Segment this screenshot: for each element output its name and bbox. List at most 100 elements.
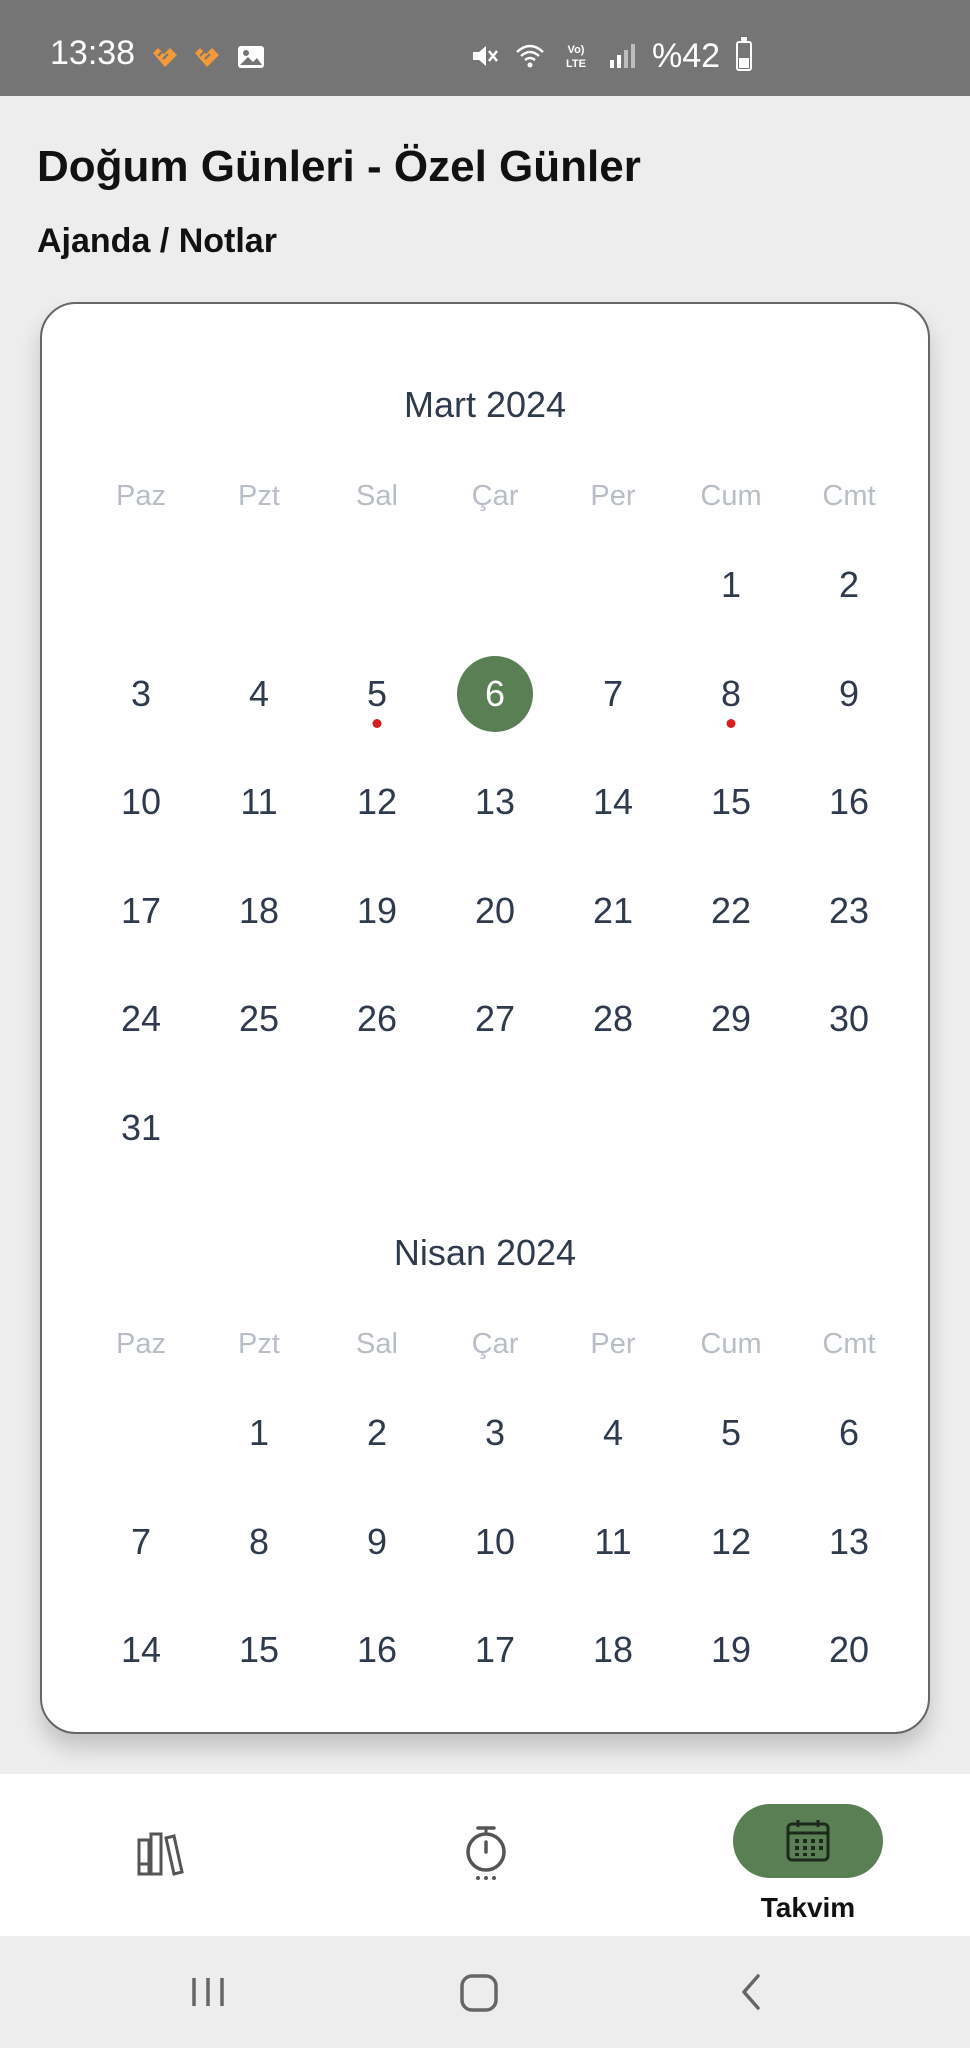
day-cell[interactable]: 4 bbox=[200, 640, 318, 749]
day-number: 18 bbox=[592, 1629, 634, 1671]
day-cell[interactable]: 1 bbox=[672, 531, 790, 640]
day-cell[interactable]: 7 bbox=[554, 640, 672, 749]
day-cell[interactable]: 11 bbox=[554, 1488, 672, 1597]
empty-day-cell bbox=[436, 531, 554, 640]
weekday-label: Pzt bbox=[238, 1328, 280, 1360]
day-cell[interactable]: 1 bbox=[200, 1379, 318, 1488]
day-cell[interactable]: 26 bbox=[318, 965, 436, 1074]
day-cell[interactable]: 9 bbox=[790, 640, 908, 749]
day-cell[interactable]: 25 bbox=[200, 965, 318, 1074]
day-cell[interactable]: 9 bbox=[318, 1488, 436, 1597]
day-cell[interactable]: 16 bbox=[318, 1596, 436, 1705]
day-cell[interactable]: 27 bbox=[436, 965, 554, 1074]
day-cell[interactable]: 8 bbox=[200, 1488, 318, 1597]
day-cell[interactable]: 28 bbox=[554, 965, 672, 1074]
image-icon bbox=[238, 46, 264, 68]
day-cell[interactable]: 15 bbox=[672, 748, 790, 857]
day-number: 17 bbox=[120, 889, 162, 931]
day-cell[interactable]: 17 bbox=[82, 857, 200, 966]
day-number: 31 bbox=[120, 1106, 162, 1148]
calendar-card[interactable]: Mart 2024 Paz Pzt Sal Çar Per Cum Cmt 12345678… bbox=[40, 302, 930, 1734]
day-cell[interactable]: 3 bbox=[436, 1379, 554, 1488]
back-icon[interactable] bbox=[736, 1972, 766, 2012]
day-cell[interactable]: 5 bbox=[318, 640, 436, 749]
day-number: 22 bbox=[710, 889, 752, 931]
day-number: 15 bbox=[238, 1629, 280, 1671]
day-number: 24 bbox=[120, 998, 162, 1040]
day-number: 12 bbox=[356, 781, 398, 823]
day-number: 27 bbox=[474, 998, 516, 1040]
recent-apps-icon[interactable] bbox=[188, 1974, 228, 2010]
selected-day-cell[interactable]: 6 bbox=[436, 640, 554, 749]
day-number: 26 bbox=[356, 998, 398, 1040]
day-number: 15 bbox=[710, 781, 752, 823]
home-icon[interactable] bbox=[458, 1972, 502, 2014]
weekday-header: Paz Pzt Sal Çar Per Cum Cmt bbox=[82, 1328, 908, 1361]
day-cell[interactable]: 29 bbox=[672, 965, 790, 1074]
month-title: Nisan 2024 bbox=[393, 1232, 577, 1273]
nav-calendar-label[interactable]: Takvim bbox=[733, 1892, 883, 1924]
day-cell[interactable]: 7 bbox=[82, 1488, 200, 1597]
weekday-label: Cum bbox=[700, 480, 762, 512]
day-cell[interactable]: 12 bbox=[672, 1488, 790, 1597]
day-number: 2 bbox=[366, 1412, 388, 1454]
day-cell[interactable]: 2 bbox=[318, 1379, 436, 1488]
day-cell[interactable]: 18 bbox=[554, 1596, 672, 1705]
day-number: 18 bbox=[238, 889, 280, 931]
day-cell[interactable]: 30 bbox=[790, 965, 908, 1074]
day-cell[interactable]: 21 bbox=[554, 857, 672, 966]
day-number: 4 bbox=[602, 1412, 624, 1454]
day-cell[interactable]: 20 bbox=[790, 1596, 908, 1705]
month-title: Mart 2024 bbox=[403, 384, 567, 425]
nav-calendar[interactable] bbox=[733, 1804, 883, 1878]
day-cell[interactable]: 10 bbox=[82, 748, 200, 857]
page-subtitle: Ajanda / Notlar bbox=[37, 222, 277, 260]
day-number: 3 bbox=[130, 672, 152, 714]
day-cell[interactable]: 3 bbox=[82, 640, 200, 749]
svg-text:Vo): Vo) bbox=[568, 44, 585, 56]
day-cell[interactable]: 14 bbox=[82, 1596, 200, 1705]
page-title: Doğum Günleri - Özel Günler bbox=[37, 142, 641, 191]
day-cell[interactable]: 23 bbox=[790, 857, 908, 966]
day-number: 2 bbox=[838, 564, 860, 606]
day-cell[interactable]: 18 bbox=[200, 857, 318, 966]
day-cell[interactable]: 22 bbox=[672, 857, 790, 966]
empty-day-cell bbox=[200, 531, 318, 640]
day-number: 28 bbox=[592, 998, 634, 1040]
day-number: 16 bbox=[356, 1629, 398, 1671]
day-number: 9 bbox=[366, 1520, 388, 1562]
day-cell[interactable]: 8 bbox=[672, 640, 790, 749]
day-number: 3 bbox=[484, 1412, 506, 1454]
day-cell[interactable]: 6 bbox=[790, 1379, 908, 1488]
day-cell[interactable]: 15 bbox=[200, 1596, 318, 1705]
day-cell[interactable]: 13 bbox=[436, 748, 554, 857]
day-number: 8 bbox=[248, 1520, 270, 1562]
day-cell[interactable]: 16 bbox=[790, 748, 908, 857]
nav-stopwatch[interactable] bbox=[444, 1774, 528, 1936]
day-cell[interactable]: 13 bbox=[790, 1488, 908, 1597]
system-nav bbox=[0, 1936, 970, 2048]
day-cell[interactable]: 17 bbox=[436, 1596, 554, 1705]
day-number: 16 bbox=[828, 781, 870, 823]
day-cell[interactable]: 5 bbox=[672, 1379, 790, 1488]
day-number: 5 bbox=[366, 672, 388, 714]
day-cell[interactable]: 4 bbox=[554, 1379, 672, 1488]
day-cell[interactable]: 2 bbox=[790, 531, 908, 640]
day-cell[interactable]: 20 bbox=[436, 857, 554, 966]
weekday-label: Paz bbox=[116, 480, 166, 512]
day-cell[interactable]: 12 bbox=[318, 748, 436, 857]
day-cell[interactable]: 24 bbox=[82, 965, 200, 1074]
day-cell[interactable]: 19 bbox=[318, 857, 436, 966]
day-cell[interactable]: 14 bbox=[554, 748, 672, 857]
day-cell[interactable]: 19 bbox=[672, 1596, 790, 1705]
day-number: 25 bbox=[238, 998, 280, 1040]
day-number: 5 bbox=[720, 1412, 742, 1454]
day-number: 6 bbox=[484, 672, 506, 714]
day-cell[interactable]: 31 bbox=[82, 1074, 200, 1183]
nav-books[interactable] bbox=[120, 1774, 204, 1936]
day-cell[interactable]: 11 bbox=[200, 748, 318, 857]
status-icons: Vo) LTE %42 bbox=[468, 36, 753, 76]
day-number: 21 bbox=[592, 889, 634, 931]
weekday-label: Per bbox=[590, 480, 636, 512]
day-cell[interactable]: 10 bbox=[436, 1488, 554, 1597]
